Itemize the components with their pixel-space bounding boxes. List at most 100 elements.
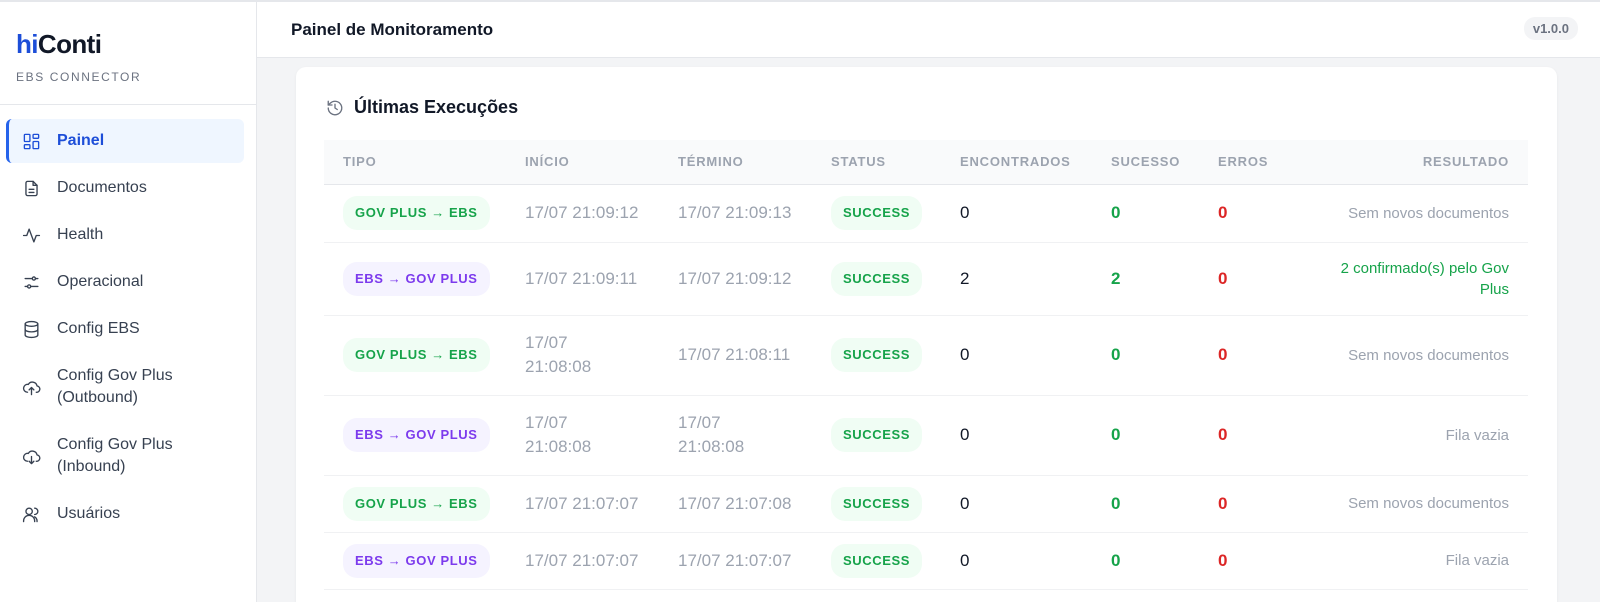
cell-erros: 0 bbox=[1199, 184, 1299, 243]
cell-tipo: GOV PLUS → EBS bbox=[324, 184, 506, 243]
cell-tipo: EBS → GOV PLUS bbox=[324, 532, 506, 590]
cell-inicio: 17/07 21:08:08 bbox=[506, 315, 659, 396]
status-badge: SUCCESS bbox=[831, 338, 923, 372]
cloud-download-icon bbox=[21, 446, 41, 466]
cell-termino: 17/07 21:07:07 bbox=[659, 532, 812, 590]
table-row[interactable]: GOV PLUS → EBS 17/07 21:07:07 17/07 21:0… bbox=[324, 475, 1528, 533]
sidebar: hiConti EBS CONNECTOR Painel Documentos … bbox=[0, 0, 257, 602]
document-icon bbox=[21, 178, 41, 198]
cell-resultado: Fila vazia bbox=[1299, 395, 1528, 476]
type-badge: GOV PLUS → EBS bbox=[343, 486, 490, 521]
cell-termino: 17/07 21:09:12 bbox=[659, 242, 812, 316]
sidebar-item-label: Operacional bbox=[57, 273, 144, 290]
version-badge: v1.0.0 bbox=[1523, 17, 1578, 40]
column-header-status[interactable]: STATUS bbox=[812, 140, 941, 184]
column-header-inicio[interactable]: INÍCIO bbox=[506, 140, 659, 184]
cloud-upload-icon bbox=[21, 377, 41, 397]
executions-card: Últimas Execuções TIPO INÍCIO TÉRMINO ST… bbox=[296, 67, 1557, 602]
date-text: 17/07 21:08:08 bbox=[525, 333, 592, 376]
status-badge: SUCCESS bbox=[831, 196, 923, 230]
cell-inicio: 17/07 21:09:12 bbox=[506, 184, 659, 243]
table-row[interactable]: GOV PLUS → EBS 17/07 21:08:08 17/07 21:0… bbox=[324, 315, 1528, 396]
cell-tipo: EBS → GOV PLUS bbox=[324, 395, 506, 476]
sidebar-item-operacional[interactable]: Operacional bbox=[6, 260, 244, 304]
sidebar-item-label: Usuários bbox=[57, 505, 121, 522]
cell-inicio: 17/07 21:09:11 bbox=[506, 242, 659, 316]
sidebar-item-label: Config Gov Plus (Inbound) bbox=[57, 436, 173, 475]
sidebar-item-label: Config Gov Plus (Outbound) bbox=[57, 367, 173, 406]
top-border bbox=[0, 0, 1600, 2]
cell-status: SUCCESS bbox=[812, 395, 941, 476]
cell-erros: 0 bbox=[1199, 532, 1299, 590]
brand: hiConti EBS CONNECTOR bbox=[0, 0, 256, 105]
column-header-sucesso[interactable]: SUCESSO bbox=[1092, 140, 1199, 184]
cell-erros: 0 bbox=[1199, 315, 1299, 396]
cell-termino: 17/07 21:08:08 bbox=[659, 395, 812, 476]
cell-erros: 0 bbox=[1199, 395, 1299, 476]
date-text: 17/07 21:08:08 bbox=[678, 413, 745, 456]
type-badge: EBS → GOV PLUS bbox=[343, 261, 490, 296]
cell-encontrados: 0 bbox=[941, 532, 1092, 590]
sidebar-item-usuarios[interactable]: Usuários bbox=[6, 492, 244, 536]
cell-inicio: 17/07 21:08:08 bbox=[506, 395, 659, 476]
logo-hi: hi bbox=[16, 29, 39, 59]
card-title-text: Últimas Execuções bbox=[354, 97, 519, 117]
cell-inicio: 17/07 21:07:07 bbox=[506, 532, 659, 590]
type-badge: GOV PLUS → EBS bbox=[343, 338, 490, 372]
cell-encontrados: 0 bbox=[941, 475, 1092, 533]
cell-encontrados: 0 bbox=[941, 395, 1092, 476]
status-badge: SUCCESS bbox=[831, 486, 923, 521]
result-text: 2 confirmado(s) pelo Gov Plus bbox=[1340, 259, 1509, 298]
cell-status: SUCCESS bbox=[812, 184, 941, 243]
activity-icon bbox=[21, 225, 41, 245]
table-row[interactable]: EBS → GOV PLUS 17/07 21:08:08 17/07 21:0… bbox=[324, 395, 1528, 476]
cell-sucesso: 0 bbox=[1092, 475, 1199, 533]
cell-sucesso: 2 bbox=[1092, 242, 1199, 316]
cell-resultado: Fila vazia bbox=[1299, 532, 1528, 590]
sidebar-item-label: Painel bbox=[57, 132, 105, 149]
cell-sucesso: 0 bbox=[1092, 395, 1199, 476]
column-header-termino[interactable]: TÉRMINO bbox=[659, 140, 812, 184]
history-icon bbox=[327, 100, 343, 115]
sidebar-item-label: Config EBS bbox=[57, 320, 140, 337]
sidebar-item-label: Health bbox=[57, 226, 104, 243]
sidebar-item-health[interactable]: Health bbox=[6, 213, 244, 257]
table-header-row: TIPO INÍCIO TÉRMINO STATUS ENCONTRADOS S… bbox=[324, 140, 1528, 184]
sidebar-item-config-gov-plus-outbound[interactable]: Config Gov Plus (Outbound) bbox=[6, 354, 244, 420]
tagline: EBS CONNECTOR bbox=[16, 70, 142, 84]
logo[interactable]: hiConti bbox=[16, 30, 256, 58]
cell-tipo: GOV PLUS → EBS bbox=[324, 315, 506, 396]
column-header-encontrados[interactable]: ENCONTRADOS bbox=[941, 140, 1092, 184]
cell-inicio: 17/07 21:07:07 bbox=[506, 475, 659, 533]
column-header-tipo[interactable]: TIPO bbox=[324, 140, 506, 184]
cell-erros: 0 bbox=[1199, 242, 1299, 316]
sidebar-item-config-ebs[interactable]: Config EBS bbox=[6, 307, 244, 351]
sidebar-item-config-gov-plus-inbound[interactable]: Config Gov Plus (Inbound) bbox=[6, 423, 244, 489]
database-icon bbox=[21, 319, 41, 339]
cell-erros: 0 bbox=[1199, 475, 1299, 533]
status-badge: SUCCESS bbox=[831, 418, 923, 452]
sidebar-item-label: Documentos bbox=[57, 179, 147, 196]
cell-encontrados: 2 bbox=[941, 242, 1092, 316]
type-badge: GOV PLUS → EBS bbox=[343, 196, 490, 230]
dashboard-icon bbox=[21, 131, 41, 151]
sidebar-item-painel[interactable]: Painel bbox=[6, 119, 244, 163]
table-row[interactable]: EBS → GOV PLUS 17/07 21:07:07 17/07 21:0… bbox=[324, 532, 1528, 590]
cell-tipo: EBS → GOV PLUS bbox=[324, 242, 506, 316]
column-header-erros[interactable]: ERROS bbox=[1199, 140, 1299, 184]
date-text: 17/07 21:08:08 bbox=[525, 413, 592, 456]
sidebar-item-documentos[interactable]: Documentos bbox=[6, 166, 244, 210]
cell-sucesso: 0 bbox=[1092, 315, 1199, 396]
cell-status: SUCCESS bbox=[812, 315, 941, 396]
table-row[interactable]: GOV PLUS → EBS 17/07 21:09:12 17/07 21:0… bbox=[324, 184, 1528, 243]
cell-status: SUCCESS bbox=[812, 532, 941, 590]
top-header: Painel de Monitoramento v1.0.0 bbox=[257, 0, 1600, 58]
sidebar-nav: Painel Documentos Health Operacional Con… bbox=[0, 105, 256, 536]
column-header-resultado[interactable]: RESULTADO bbox=[1299, 140, 1528, 184]
cell-resultado: Sem novos documentos bbox=[1299, 184, 1528, 243]
cell-encontrados: 0 bbox=[941, 315, 1092, 396]
status-badge: SUCCESS bbox=[831, 543, 923, 578]
cell-tipo: GOV PLUS → EBS bbox=[324, 475, 506, 533]
table-row[interactable]: EBS → GOV PLUS 17/07 21:09:11 17/07 21:0… bbox=[324, 242, 1528, 316]
cell-resultado: Sem novos documentos bbox=[1299, 315, 1528, 396]
